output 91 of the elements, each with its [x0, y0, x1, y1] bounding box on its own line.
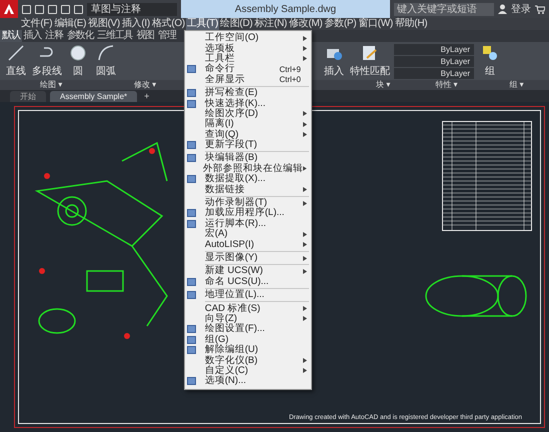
- menu-bar-item[interactable]: 工具(T): [186, 18, 220, 30]
- draw-tool-icon[interactable]: [7, 44, 25, 62]
- app-logo[interactable]: [0, 0, 18, 18]
- menu-item[interactable]: 命名 UCS(U)...: [184, 276, 311, 287]
- ribbon-tab[interactable]: 注释: [43, 30, 65, 42]
- draw-tool-icon[interactable]: [97, 44, 115, 62]
- menu-bar-item[interactable]: 视图(V): [87, 18, 121, 30]
- menu-item[interactable]: 选项(N)...: [184, 376, 311, 386]
- panel-title[interactable]: 特性 ▾: [435, 80, 510, 90]
- document-tab[interactable]: Assembly Sample*: [50, 91, 138, 102]
- menu-item[interactable]: 工具栏: [184, 54, 311, 64]
- layer-dropdown[interactable]: ByLayer: [394, 68, 474, 79]
- group-icon[interactable]: [481, 44, 499, 62]
- ribbon-tab[interactable]: 插入: [22, 30, 44, 42]
- menu-item[interactable]: 数据链接: [184, 184, 311, 195]
- menu-bar-item[interactable]: 插入(I): [120, 18, 151, 30]
- menu-bar-item[interactable]: 编辑(E): [53, 18, 88, 30]
- menu-item[interactable]: CAD 标准(S): [184, 303, 311, 314]
- panel-title[interactable]: 组 ▾: [509, 80, 549, 90]
- ribbon-tab[interactable]: 默认: [0, 30, 22, 42]
- logo-icon: [3, 3, 15, 15]
- menu-item[interactable]: 拼写检查(E): [184, 88, 311, 98]
- menu-item[interactable]: 更新字段(T): [184, 140, 311, 150]
- tool-label: 圆弧: [96, 65, 116, 78]
- menu-item[interactable]: 数据提取(X)...: [184, 174, 311, 184]
- menu-item[interactable]: 解除编组(U): [184, 344, 311, 356]
- menu-bar-item[interactable]: 绘图(D): [219, 18, 254, 30]
- ribbon-tab[interactable]: 视图: [134, 30, 156, 42]
- tool-icon: [186, 65, 196, 74]
- ribbon-tab[interactable]: 参数化: [64, 30, 96, 42]
- ribbon-tab[interactable]: 三维工具: [95, 30, 134, 42]
- menu-item[interactable]: 数字化仪(B): [184, 355, 311, 366]
- menu-bar-item[interactable]: 修改(M): [288, 18, 324, 30]
- workspace-dropdown[interactable]: 草图与注释: [87, 2, 177, 16]
- submenu-arrow-icon: [302, 256, 307, 260]
- window-title: Assembly Sample.dwg: [181, 0, 390, 18]
- document-tab[interactable]: 开始: [10, 91, 46, 102]
- menu-item[interactable]: 查询(Q): [184, 130, 311, 140]
- menu-item[interactable]: 宏(A): [184, 229, 311, 240]
- menu-item[interactable]: 绘图次序(D): [184, 108, 311, 120]
- tool-label: 直线: [6, 64, 26, 78]
- tool-label: 插入: [324, 64, 344, 78]
- menu-item[interactable]: 绘图设置(F)...: [184, 324, 311, 335]
- tool-label: 圆: [73, 65, 83, 78]
- draw-tool-icon[interactable]: [69, 44, 87, 62]
- menu-bar-item[interactable]: 标注(N): [254, 18, 288, 30]
- tool-icon: [186, 175, 196, 184]
- menu-item[interactable]: 全屏显示 Ctrl+0: [184, 74, 311, 85]
- shortcut-text: Ctrl+0: [279, 75, 301, 84]
- menu-item[interactable]: 显示图像(Y): [184, 252, 311, 264]
- menu-item[interactable]: 块编辑器(B): [184, 153, 311, 164]
- menu-item[interactable]: 工作空间(O): [184, 33, 311, 44]
- menu-item[interactable]: 选项板: [184, 43, 311, 54]
- menu-item[interactable]: 新建 UCS(W): [184, 266, 311, 277]
- ribbon-tab[interactable]: 管理: [156, 30, 178, 42]
- new-tab-button[interactable]: +: [141, 91, 152, 102]
- layer-dropdown[interactable]: ByLayer: [394, 56, 474, 67]
- submenu-arrow-icon: [303, 166, 307, 172]
- user-icon: [498, 4, 507, 14]
- menu-item[interactable]: 隔离(I): [184, 119, 311, 130]
- menu-item[interactable]: 加载应用程序(L)...: [184, 208, 311, 219]
- cart-icon[interactable]: [535, 4, 545, 14]
- menu-bar-item[interactable]: 格式(O): [150, 18, 186, 30]
- menu-item[interactable]: 地理位置(L)...: [184, 290, 311, 300]
- search-field[interactable]: 键入关键字或短语: [394, 2, 494, 16]
- menu-item[interactable]: 外部参照和块在位编辑: [184, 164, 311, 174]
- tool-label: 组: [485, 65, 495, 78]
- menu-item[interactable]: 快速选择(K)...: [184, 98, 311, 109]
- panel-title[interactable]: 绘图 ▾: [40, 80, 134, 90]
- menu-item[interactable]: 向导(Z): [184, 314, 311, 324]
- layer-dropdown[interactable]: ByLayer: [394, 44, 474, 55]
- menu-item[interactable]: 动作录制器(T): [184, 198, 311, 208]
- match-properties-icon[interactable]: [361, 44, 379, 62]
- submenu-arrow-icon: [302, 200, 307, 206]
- tool-label: 特性匹配: [350, 64, 390, 78]
- submenu-arrow-icon: [302, 268, 307, 274]
- menu-item[interactable]: AutoLISP(I): [184, 239, 311, 250]
- submenu-arrow-icon: [302, 187, 307, 192]
- tool-label: 多段线: [32, 64, 62, 78]
- sign-in-link[interactable]: 登录: [511, 2, 531, 16]
- menu-bar-item[interactable]: 文件(F): [20, 18, 54, 30]
- menu-item[interactable]: 自定义(C): [184, 366, 311, 376]
- shortcut-text: Ctrl+9: [279, 64, 301, 74]
- menu-bar-item[interactable]: 窗口(W): [357, 18, 394, 30]
- menu-bar-item[interactable]: 参数(P): [323, 18, 358, 30]
- panel-title[interactable]: 块 ▾: [376, 80, 436, 90]
- tool-icon: [186, 377, 196, 386]
- menu-bar-item[interactable]: 帮助(H): [394, 18, 428, 30]
- menu-item[interactable]: 组(G): [184, 334, 311, 345]
- menu-item[interactable]: 运行脚本(R)...: [184, 218, 311, 230]
- menu-item[interactable]: 命令行 Ctrl+9: [184, 64, 311, 75]
